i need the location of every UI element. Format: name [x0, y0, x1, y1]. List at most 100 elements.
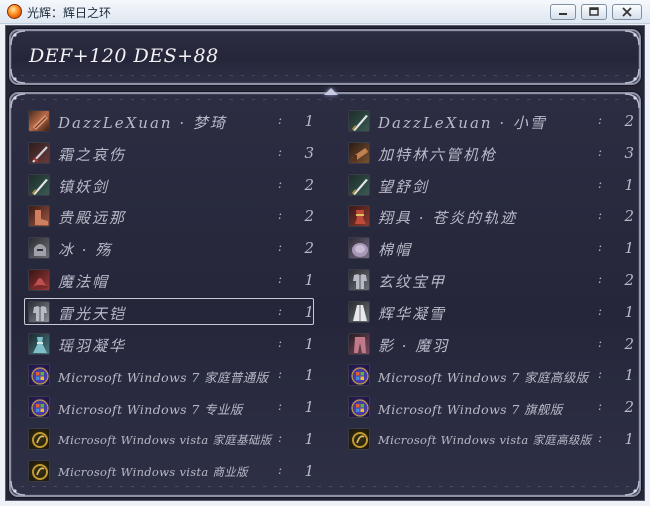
item-name: Microsoft Windows 7 专业版 — [58, 402, 243, 418]
inventory-item[interactable]: Microsoft Windows 7 旗舰版: 2 — [345, 394, 635, 421]
item-name: 翔具 · 苍炎的轨迹 — [378, 209, 518, 228]
inventory-item[interactable]: 辉华凝雪: 1 — [345, 299, 635, 326]
inventory-item[interactable]: Microsoft Windows vista 商业版: 1 — [25, 458, 315, 485]
close-icon — [622, 7, 632, 17]
item-name: 棉帽 — [378, 241, 413, 260]
item-count: 3 — [624, 143, 634, 162]
inventory-item[interactable]: Microsoft Windows 7 专业版: 1 — [25, 394, 315, 421]
item-count: 2 — [624, 334, 634, 353]
cap-icon — [348, 237, 370, 260]
corner-ornament — [9, 67, 27, 85]
item-name: 冰 · 殇 — [58, 241, 113, 260]
item-separator: : — [278, 113, 283, 127]
vista-orb-icon — [28, 459, 50, 482]
item-count: 1 — [624, 430, 634, 448]
window-titlebar[interactable]: 光辉：辉日之环 — [0, 0, 650, 24]
item-count: 1 — [304, 398, 314, 417]
item-name: 瑶羽凝华 — [58, 336, 127, 355]
item-count: 3 — [304, 143, 314, 162]
inventory-item[interactable]: 望舒剑: 1 — [345, 172, 635, 199]
sword-icon — [348, 110, 370, 132]
inventory-item[interactable]: 翔具 · 苍炎的轨迹: 2 — [345, 203, 635, 230]
item-name: 玄纹宝甲 — [378, 273, 447, 291]
minimize-icon — [559, 13, 567, 15]
inventory-panel: DazzLeXuan · 梦琦: 1 DazzLeXuan · 小雪: 2 霜之哀伤: 3… — [9, 88, 641, 497]
skirt-icon — [28, 332, 50, 355]
maximize-button[interactable] — [581, 4, 607, 20]
item-count: 2 — [624, 398, 634, 417]
item-separator: : — [598, 431, 603, 445]
scroll-up-arrow-icon[interactable] — [324, 88, 338, 95]
item-name: 魔法帽 — [58, 273, 110, 291]
inventory-item[interactable]: 镇妖剑: 2 — [25, 172, 315, 199]
robe-icon — [348, 300, 370, 323]
inventory-item[interactable]: 加特林六管机枪: 3 — [345, 140, 635, 167]
item-count: 1 — [624, 175, 634, 194]
game-window: DEF+120 DES+88 DazzLeXuan · 梦琦:1 DazzLeXu… — [5, 25, 645, 501]
inventory-item[interactable]: 霜之哀伤: 3 — [25, 140, 315, 167]
item-separator: : — [598, 367, 603, 382]
inventory-item[interactable]: 棉帽: 1 — [345, 235, 635, 262]
inventory-item[interactable]: 瑶羽凝华: 1 — [25, 331, 315, 358]
item-separator: : — [278, 303, 283, 318]
fire-orb-icon — [7, 4, 22, 19]
armor-icon — [348, 269, 370, 291]
windows-orb-icon — [348, 364, 370, 387]
item-separator: : — [278, 144, 283, 159]
stats-panel: DEF+120 DES+88 — [9, 29, 641, 85]
inventory-item[interactable]: Microsoft Windows 7 家庭普通版: 1 — [25, 362, 315, 389]
inventory-item[interactable]: 玄纹宝甲: 2 — [345, 267, 635, 294]
item-separator: : — [278, 240, 283, 255]
item-count: 1 — [304, 430, 314, 448]
item-separator: : — [598, 240, 603, 255]
inventory-item[interactable]: Microsoft Windows 7 家庭高级版: 1 — [345, 362, 635, 389]
inventory-item[interactable]: 冰 · 殇: 2 — [25, 235, 315, 262]
item-name: Microsoft Windows 7 家庭高级版 — [378, 370, 589, 386]
item-separator: : — [278, 431, 283, 445]
inventory-item[interactable]: 贵殿远那: 2 — [25, 203, 315, 230]
item-name: 镇妖剑 — [58, 177, 110, 196]
item-name: Microsoft Windows vista 家庭高级版 — [378, 433, 592, 447]
item-name: 望舒剑 — [378, 177, 430, 196]
item-name: Microsoft Windows vista 家庭基础版 — [58, 433, 272, 447]
inventory-item[interactable]: 魔法帽: 1 — [25, 267, 315, 294]
item-name: 辉华凝雪 — [378, 304, 447, 323]
pants-icon — [348, 332, 370, 355]
corner-ornament — [623, 67, 641, 85]
item-count: 2 — [304, 239, 314, 258]
item-name: 贵殿远那 — [58, 209, 127, 228]
sword-icon — [348, 173, 370, 196]
item-count: 2 — [624, 112, 634, 130]
item-separator: : — [598, 113, 603, 127]
item-separator: : — [598, 303, 603, 318]
item-name: Microsoft Windows 7 旗舰版 — [378, 402, 563, 418]
item-separator: : — [278, 367, 283, 382]
close-button[interactable] — [612, 4, 642, 20]
item-separator: : — [278, 462, 283, 477]
item-count: 2 — [304, 175, 314, 194]
item-separator: : — [278, 399, 283, 414]
windows-orb-icon — [28, 364, 50, 387]
inventory-item[interactable]: Microsoft Windows vista 家庭高级版: 1 — [345, 426, 635, 453]
inventory-item[interactable]: 雷光天铠: 1 — [24, 297, 314, 325]
inventory-item[interactable]: DazzLeXuan · 梦琦: 1 — [25, 108, 315, 135]
corner-ornament — [9, 29, 27, 47]
item-name: 雷光天铠 — [58, 304, 127, 323]
inventory-item[interactable]: DazzLeXuan · 小雪: 2 — [345, 108, 635, 135]
equipment-stats: DEF+120 DES+88 — [29, 45, 219, 67]
scroll-icon — [28, 110, 50, 132]
item-name: DazzLeXuan · 小雪 — [378, 114, 547, 132]
inventory-item[interactable]: 影 · 魔羽: 2 — [345, 331, 635, 358]
item-count: 1 — [304, 302, 314, 321]
item-count: 1 — [304, 112, 314, 130]
item-separator: : — [278, 208, 283, 223]
item-separator: : — [278, 272, 283, 286]
item-count: 2 — [624, 207, 634, 226]
item-count: 1 — [624, 366, 634, 385]
minimize-button[interactable] — [550, 4, 576, 20]
panel-ornament — [21, 99, 631, 100]
helmet-icon — [28, 237, 50, 260]
item-count: 1 — [304, 461, 314, 480]
panel-ornament — [21, 486, 631, 487]
inventory-item[interactable]: Microsoft Windows vista 家庭基础版: 1 — [25, 426, 315, 453]
